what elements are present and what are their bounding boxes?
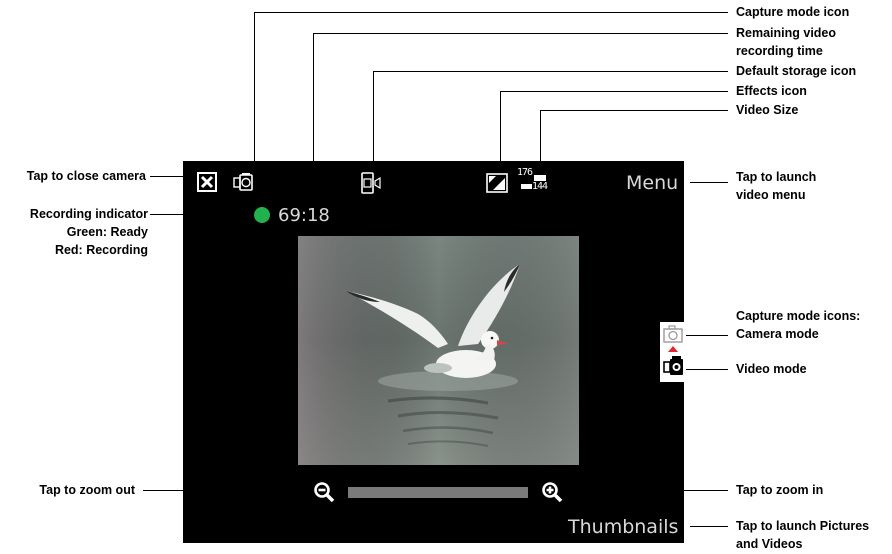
capture-mode-panel (660, 322, 686, 382)
menu-softkey[interactable]: Menu (626, 172, 678, 194)
label-launch-menu-2: video menu (736, 188, 806, 202)
callout-line (540, 110, 728, 111)
seagull-preview-image (298, 236, 579, 465)
callout-line (500, 91, 728, 92)
callout-line (540, 110, 541, 170)
thumbnails-softkey[interactable]: Thumbnails (568, 516, 678, 538)
video-mode-button[interactable] (662, 356, 686, 378)
callout-line (373, 71, 374, 172)
label-remaining-time-1: Remaining video (736, 26, 837, 40)
video-size-bottom-value: 144 (532, 181, 548, 192)
camera-icon (663, 325, 683, 343)
effects-icon (486, 173, 508, 193)
camera-mode-button[interactable] (663, 325, 683, 343)
effects-button[interactable] (486, 173, 508, 193)
zoom-out-icon (314, 482, 335, 503)
video-size-bar-bottom (521, 184, 532, 189)
callout-line (566, 490, 728, 491)
label-video-size: Video Size (736, 103, 799, 117)
video-camera-icon (663, 356, 683, 375)
close-camera-button[interactable] (197, 172, 217, 192)
callout-line (150, 214, 252, 215)
label-effects: Effects icon (736, 84, 807, 98)
label-capture-mode-icons: Capture mode icons: (736, 309, 861, 323)
label-camera-mode: Camera mode (736, 327, 819, 341)
zoom-slider[interactable] (348, 487, 528, 498)
default-storage-button[interactable] (361, 172, 385, 194)
label-remaining-time-2: recording time (736, 44, 823, 58)
callout-line (686, 369, 728, 370)
callout-line (686, 335, 728, 336)
callout-line (313, 33, 314, 205)
video-size-button[interactable]: 176 144 (517, 167, 551, 197)
label-close-camera: Tap to close camera (26, 169, 146, 183)
label-capture-mode-icon: Capture mode icon (736, 5, 850, 19)
video-camera-icon (233, 173, 253, 191)
label-default-storage: Default storage icon (736, 64, 857, 78)
zoom-in-icon (542, 482, 563, 503)
recording-indicator (254, 207, 270, 223)
label-green-ready: Green: Ready (66, 225, 148, 239)
label-recording-indicator: Recording indicator (29, 207, 148, 221)
callout-line (373, 71, 728, 72)
callout-line (690, 526, 728, 527)
capture-mode-button[interactable] (232, 173, 256, 193)
label-launch-pictures-1: Tap to launch Pictures (736, 519, 870, 533)
callout-line (313, 33, 728, 34)
video-size-top-value: 176 (517, 167, 533, 178)
label-launch-menu-1: Tap to launch (736, 170, 817, 184)
label-launch-pictures-2: and Videos (736, 537, 803, 551)
label-red-recording: Red: Recording (54, 243, 148, 257)
label-zoom-in: Tap to zoom in (736, 483, 824, 497)
callout-line (254, 12, 728, 13)
callout-line (150, 176, 195, 177)
camera-preview (298, 236, 579, 465)
callout-line (254, 12, 255, 172)
callout-line (690, 182, 728, 183)
zoom-in-button[interactable] (541, 481, 563, 503)
storage-card-icon (361, 172, 381, 194)
mode-switch-arrow (668, 346, 678, 352)
close-icon (197, 172, 217, 192)
callout-line (143, 490, 308, 491)
zoom-out-button[interactable] (313, 481, 335, 503)
callout-line (500, 91, 501, 172)
label-zoom-out: Tap to zoom out (39, 483, 135, 497)
label-video-mode: Video mode (736, 362, 807, 376)
remaining-time-readout: 69:18 (278, 205, 330, 226)
